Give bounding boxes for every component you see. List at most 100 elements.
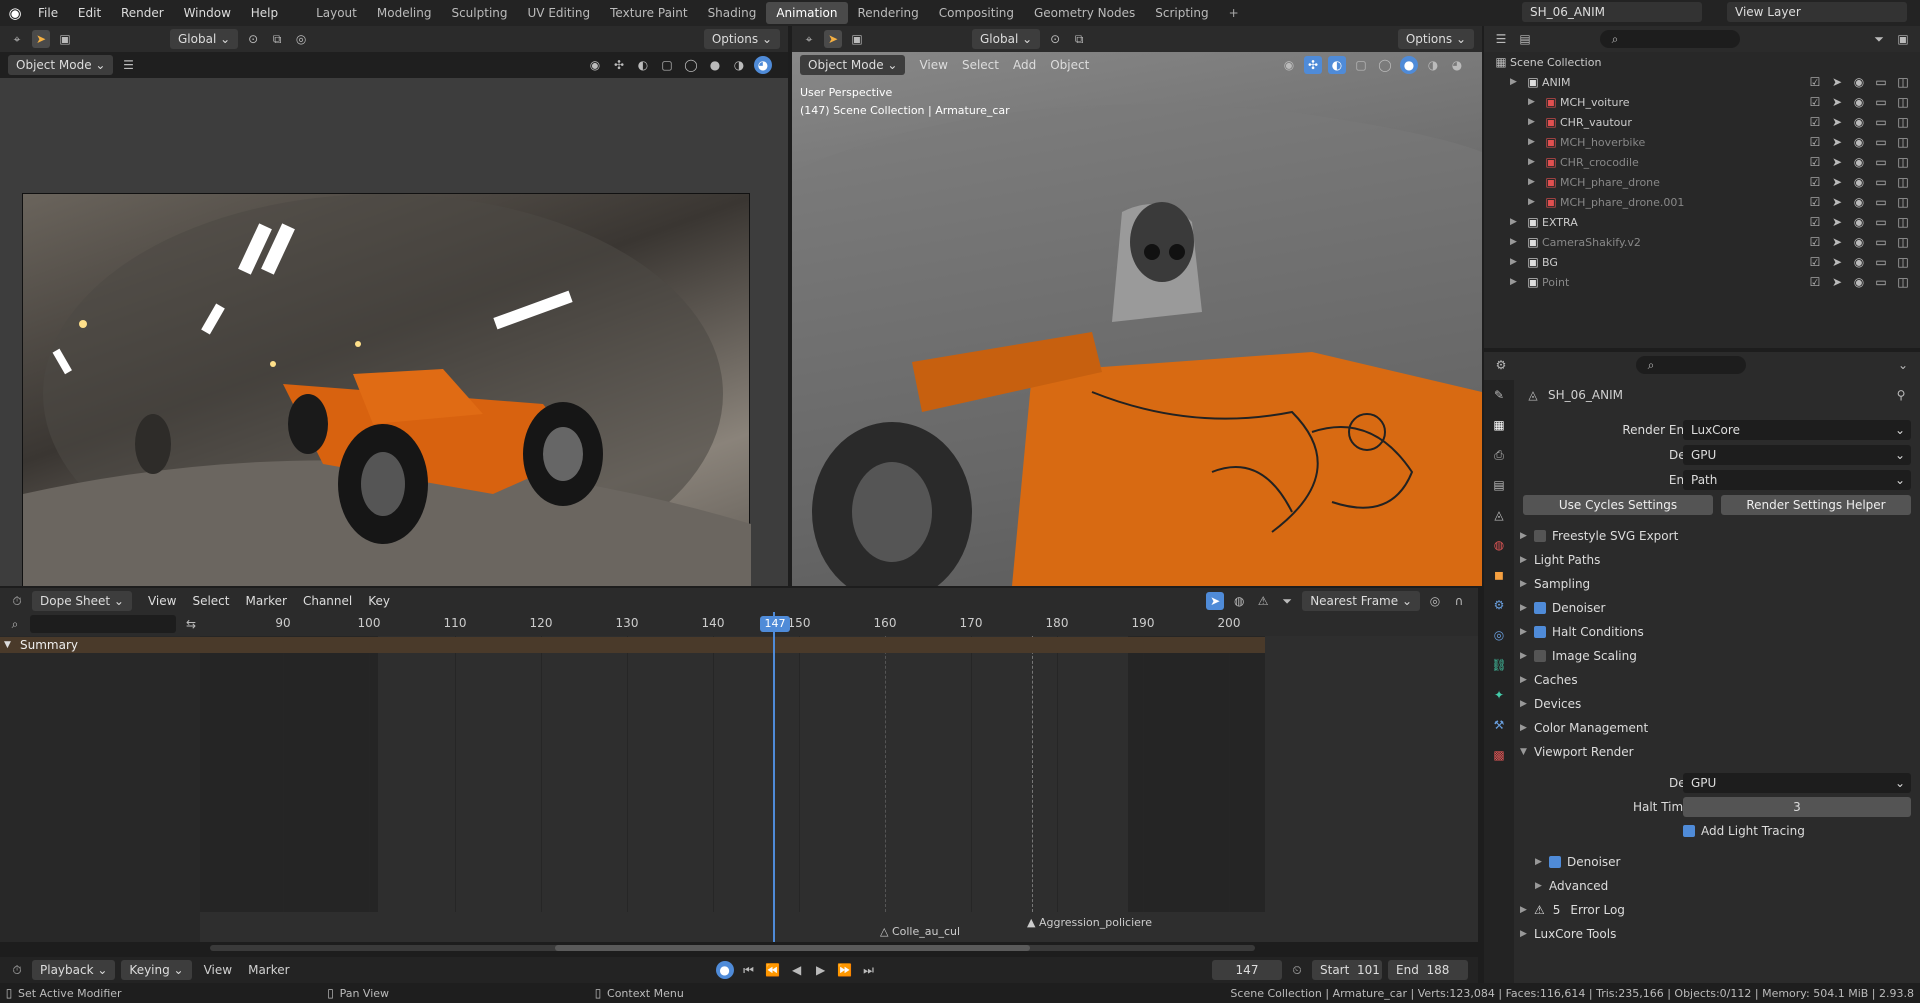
- dopesheet-menu-view[interactable]: View: [148, 594, 176, 608]
- expand-arrow-icon[interactable]: ▶: [1528, 157, 1542, 167]
- display-mode-icon[interactable]: ▤: [1516, 30, 1534, 48]
- gizmo-icon-right[interactable]: ✣: [1304, 56, 1322, 74]
- select-arrow-icon[interactable]: ➤: [1828, 273, 1846, 291]
- monitor-icon[interactable]: ▭: [1872, 73, 1890, 91]
- options-chevron-icon[interactable]: ⌄: [1894, 356, 1912, 374]
- outliner-row[interactable]: ▶ ▣ MCH_voiture ☑ ➤ ◉ ▭ ◫: [1484, 92, 1920, 112]
- monitor-icon[interactable]: ▭: [1872, 113, 1890, 131]
- outliner-search-input[interactable]: ⌕: [1600, 30, 1740, 48]
- expand-arrow-icon[interactable]: ▶: [1528, 137, 1542, 147]
- editor-type-icon-timeline[interactable]: ⏱: [8, 961, 26, 979]
- select-tool-icon-right[interactable]: ➤: [824, 30, 842, 48]
- marker-aggression-policiere[interactable]: ▲ Aggression_policiere: [1027, 916, 1152, 929]
- expand-arrow-icon[interactable]: ▶: [1528, 97, 1542, 107]
- monitor-icon[interactable]: ▭: [1872, 133, 1890, 151]
- monitor-icon[interactable]: ▭: [1872, 173, 1890, 191]
- eye-icon[interactable]: ◉: [1850, 93, 1868, 111]
- overlay-icon-right[interactable]: ◐: [1328, 56, 1346, 74]
- outliner-row[interactable]: ▶ ▣ MCH_phare_drone ☑ ➤ ◉ ▭ ◫: [1484, 172, 1920, 192]
- falloff-icon[interactable]: ∩: [1450, 592, 1468, 610]
- checkbox[interactable]: [1534, 602, 1546, 614]
- section-panel[interactable]: ▼ Viewport Render: [1520, 741, 1900, 763]
- section-panel[interactable]: ▶ Sampling: [1520, 573, 1900, 595]
- right-menu-select[interactable]: Select: [962, 58, 999, 72]
- outliner-row[interactable]: ▶ ▣ MCH_hoverbike ☑ ➤ ◉ ▭ ◫: [1484, 132, 1920, 152]
- outliner-row[interactable]: ▶ ▣ MCH_phare_drone.001 ☑ ➤ ◉ ▭ ◫: [1484, 192, 1920, 212]
- select-box-icon-right[interactable]: ▣: [848, 30, 866, 48]
- right-menu-view[interactable]: View: [919, 58, 947, 72]
- add-light-tracing-toggle[interactable]: Add Light Tracing: [1683, 824, 1805, 838]
- tab-texture-paint[interactable]: Texture Paint: [600, 2, 697, 24]
- left-orientation-dropdown[interactable]: Global ⌄: [170, 29, 239, 49]
- current-frame-field[interactable]: 147: [1212, 960, 1282, 980]
- viewport-device-dropdown[interactable]: GPU ⌄: [1683, 773, 1911, 793]
- menu-edit[interactable]: Edit: [78, 6, 101, 20]
- luxcore-tools-row[interactable]: ▶ LuxCore Tools: [1520, 923, 1900, 945]
- outliner-row[interactable]: ▶ ▣ EXTRA ☑ ➤ ◉ ▭ ◫: [1484, 212, 1920, 232]
- select-arrow-icon[interactable]: ➤: [1828, 233, 1846, 251]
- collapse-arrow-icon[interactable]: ▼: [4, 637, 11, 653]
- current-frame-badge[interactable]: 147: [760, 616, 790, 632]
- right-mode-dropdown[interactable]: Object Mode ⌄: [800, 55, 906, 75]
- render-engine-dropdown[interactable]: LuxCore ⌄: [1683, 420, 1911, 440]
- section-panel[interactable]: ▶ Caches: [1520, 669, 1900, 691]
- right-orientation-dropdown[interactable]: Global ⌄: [972, 29, 1041, 49]
- camera-icon[interactable]: ◫: [1894, 153, 1912, 171]
- data-tab-icon[interactable]: ✦: [1490, 686, 1508, 704]
- camera-icon[interactable]: ◫: [1894, 253, 1912, 271]
- checkbox[interactable]: [1534, 650, 1546, 662]
- section-panel[interactable]: ▶ Light Paths: [1520, 549, 1900, 571]
- error-log-row[interactable]: ▶ ⚠ 5 Error Log: [1520, 899, 1900, 921]
- solid-shading-icon[interactable]: ●: [706, 56, 724, 74]
- select-tool-icon[interactable]: ➤: [32, 30, 50, 48]
- camera-icon[interactable]: ◫: [1894, 133, 1912, 151]
- only-selected-icon[interactable]: ➤: [1206, 592, 1225, 610]
- left-mode-dropdown[interactable]: Object Mode ⌄: [8, 55, 114, 75]
- section-panel[interactable]: ▶ Denoiser: [1520, 597, 1900, 619]
- monitor-icon[interactable]: ▭: [1872, 233, 1890, 251]
- tab-animation[interactable]: Animation: [766, 2, 848, 24]
- monitor-icon[interactable]: ▭: [1872, 273, 1890, 291]
- left-options-button[interactable]: Options ⌄: [703, 29, 780, 49]
- checkbox-icon[interactable]: ☑: [1806, 133, 1824, 151]
- scene-tab-icon[interactable]: ◬: [1490, 506, 1508, 524]
- editor-type-icon-properties[interactable]: ⚙: [1492, 356, 1510, 374]
- right-viewport[interactable]: User Perspective (147) Scene Collection …: [792, 52, 1482, 586]
- record-icon[interactable]: ●: [715, 961, 734, 979]
- tab-compositing[interactable]: Compositing: [929, 2, 1024, 24]
- stopwatch-icon[interactable]: ⏲: [1288, 961, 1306, 979]
- select-box-icon[interactable]: ▣: [56, 30, 74, 48]
- eye-icon[interactable]: ◉: [1850, 133, 1868, 151]
- eye-icon[interactable]: ◉: [1850, 213, 1868, 231]
- prev-keyframe-icon[interactable]: ⏪: [764, 961, 782, 979]
- checkbox[interactable]: [1534, 530, 1546, 542]
- select-arrow-icon[interactable]: ➤: [1828, 253, 1846, 271]
- checkbox-icon[interactable]: ☑: [1806, 173, 1824, 191]
- play-reverse-icon[interactable]: ◀: [788, 961, 806, 979]
- modifier-tab-icon[interactable]: ⚙: [1490, 596, 1508, 614]
- rendered-shading-icon[interactable]: ◕: [754, 56, 772, 74]
- dopesheet-menu-key[interactable]: Key: [368, 594, 390, 608]
- checkbox-icon[interactable]: ☑: [1806, 193, 1824, 211]
- use-cycles-settings-button[interactable]: Use Cycles Settings: [1523, 495, 1713, 515]
- jump-start-icon[interactable]: ⏮: [740, 961, 758, 979]
- snap-icon[interactable]: ⧉: [268, 30, 286, 48]
- timeline-menu-view[interactable]: View: [204, 963, 232, 977]
- dopesheet-search-input[interactable]: [30, 615, 176, 633]
- hamburger-icon[interactable]: ☰: [119, 56, 137, 74]
- wireframe-shading-icon[interactable]: ◯: [682, 56, 700, 74]
- render-settings-helper-button[interactable]: Render Settings Helper: [1721, 495, 1911, 515]
- section-panel[interactable]: ▶ Image Scaling: [1520, 645, 1900, 667]
- filter-icon-outliner[interactable]: ⏷: [1870, 30, 1888, 48]
- section-panel[interactable]: ▶ Halt Conditions: [1520, 621, 1900, 643]
- proportional-icon[interactable]: ◎: [292, 30, 310, 48]
- camera-icon[interactable]: ◫: [1894, 273, 1912, 291]
- jump-end-icon[interactable]: ⏭: [860, 961, 878, 979]
- gizmo-icon[interactable]: ✣: [610, 56, 628, 74]
- expand-arrow-icon[interactable]: ▶: [1528, 197, 1542, 207]
- playback-dropdown[interactable]: Playback ⌄: [32, 960, 116, 980]
- blender-logo-icon[interactable]: ◉: [0, 4, 30, 22]
- select-arrow-icon[interactable]: ➤: [1828, 193, 1846, 211]
- device-dropdown[interactable]: GPU ⌄: [1683, 445, 1911, 465]
- checkbox-icon[interactable]: ☑: [1806, 213, 1824, 231]
